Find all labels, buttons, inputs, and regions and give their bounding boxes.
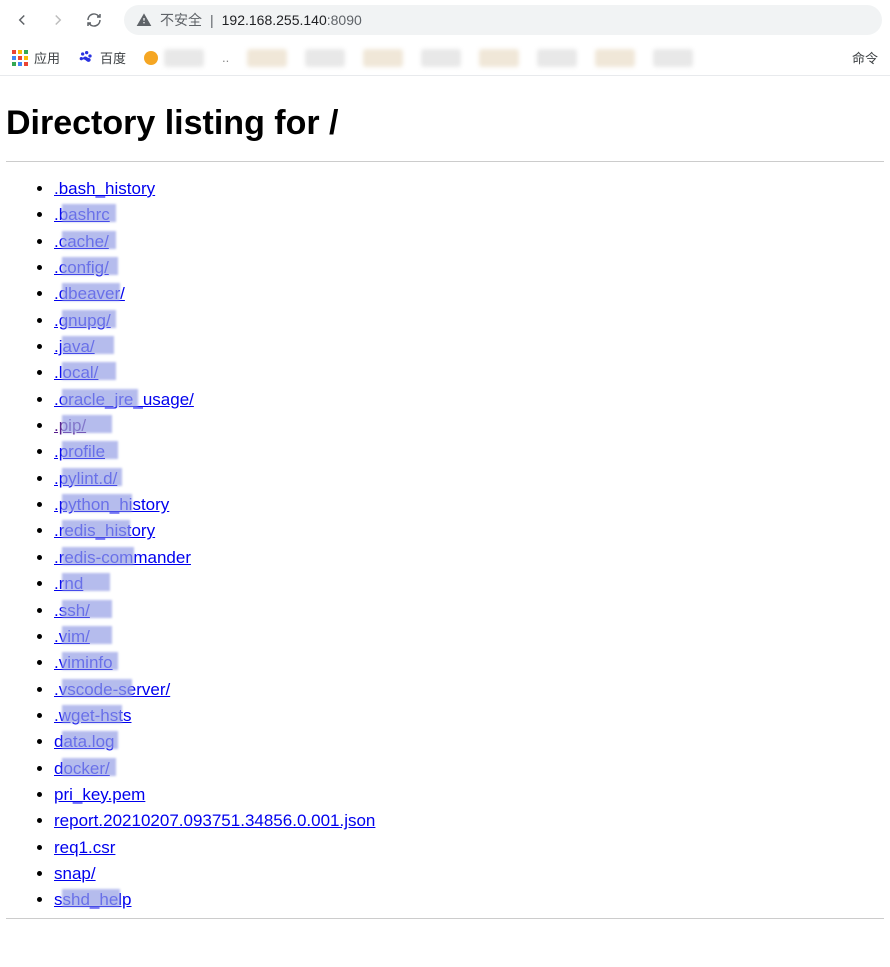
- back-button[interactable]: [8, 6, 36, 34]
- bookmark-redacted-5[interactable]: [421, 49, 461, 67]
- list-item: .vim/: [54, 624, 884, 650]
- bookmark-baidu[interactable]: 百度: [78, 48, 126, 67]
- list-item: sshd_help: [54, 887, 884, 913]
- apps-button[interactable]: 应用: [12, 48, 60, 67]
- address-bar[interactable]: 不安全 | 192.168.255.140:8090: [124, 5, 882, 35]
- list-item: .oracle_jre_usage/: [54, 387, 884, 413]
- list-item: .redis_history: [54, 518, 884, 544]
- url-text: 192.168.255.140:8090: [222, 12, 362, 28]
- page-content: Directory listing for / .bash_history.ba…: [0, 76, 890, 953]
- list-item: .python_history: [54, 492, 884, 518]
- list-item: .dbeaver/: [54, 281, 884, 307]
- list-item: data.log: [54, 729, 884, 755]
- list-item: snap/: [54, 861, 884, 887]
- url-port: :8090: [327, 12, 362, 28]
- reload-button[interactable]: [80, 6, 108, 34]
- list-item: .pylint.d/: [54, 466, 884, 492]
- insecure-icon: [136, 12, 152, 28]
- bookmarks-right-label: 命令: [852, 48, 878, 67]
- bookmark-redacted-1[interactable]: [144, 49, 204, 67]
- bookmark-redacted-8[interactable]: [595, 49, 635, 67]
- favicon-icon: [144, 51, 158, 65]
- list-item: .pip/: [54, 413, 884, 439]
- bookmark-ellipsis: ..: [222, 50, 229, 65]
- list-item: .config/: [54, 255, 884, 281]
- bookmark-redacted-3[interactable]: [305, 49, 345, 67]
- address-separator: |: [210, 12, 214, 28]
- list-item: .java/: [54, 334, 884, 360]
- list-item: .vscode-server/: [54, 677, 884, 703]
- apps-label: 应用: [34, 48, 60, 67]
- bookmark-redacted-4[interactable]: [363, 49, 403, 67]
- forward-button[interactable]: [44, 6, 72, 34]
- insecure-label: 不安全: [160, 10, 202, 30]
- list-item: .redis-commander: [54, 545, 884, 571]
- bookmark-redacted-6[interactable]: [479, 49, 519, 67]
- list-item: .viminfo: [54, 650, 884, 676]
- directory-link[interactable]: snap/: [54, 864, 96, 883]
- list-item: .cache/: [54, 229, 884, 255]
- directory-list: .bash_history .bashrc.cache/.config/.dbea…: [6, 176, 884, 914]
- list-item: .bash_history: [54, 176, 884, 202]
- directory-link[interactable]: report.20210207.093751.34856.0.001.json: [54, 811, 375, 830]
- divider-bottom: [6, 918, 884, 919]
- list-item: pri_key.pem: [54, 782, 884, 808]
- directory-link[interactable]: pri_key.pem: [54, 785, 145, 804]
- list-item: .ssh/: [54, 598, 884, 624]
- list-item: req1.csr: [54, 835, 884, 861]
- baidu-label: 百度: [100, 48, 126, 67]
- baidu-icon: [78, 50, 94, 66]
- list-item: .profile: [54, 439, 884, 465]
- list-item: .local/: [54, 360, 884, 386]
- page-title: Directory listing for /: [6, 104, 884, 143]
- directory-link[interactable]: .bash_history: [54, 179, 155, 198]
- list-item: .rnd: [54, 571, 884, 597]
- bookmark-redacted-7[interactable]: [537, 49, 577, 67]
- url-host: 192.168.255.140: [222, 12, 327, 28]
- bookmark-redacted-9[interactable]: [653, 49, 693, 67]
- bookmark-redacted-2[interactable]: [247, 49, 287, 67]
- bookmarks-bar: 应用 百度 .. 命令: [0, 40, 890, 76]
- divider-top: [6, 161, 884, 162]
- list-item: .gnupg/: [54, 308, 884, 334]
- apps-icon: [12, 50, 28, 66]
- list-item: .bashrc: [54, 202, 884, 228]
- list-item: report.20210207.093751.34856.0.001.json: [54, 808, 884, 834]
- list-item: .wget-hsts: [54, 703, 884, 729]
- directory-link[interactable]: req1.csr: [54, 838, 115, 857]
- list-item: docker/: [54, 756, 884, 782]
- browser-toolbar: 不安全 | 192.168.255.140:8090: [0, 0, 890, 40]
